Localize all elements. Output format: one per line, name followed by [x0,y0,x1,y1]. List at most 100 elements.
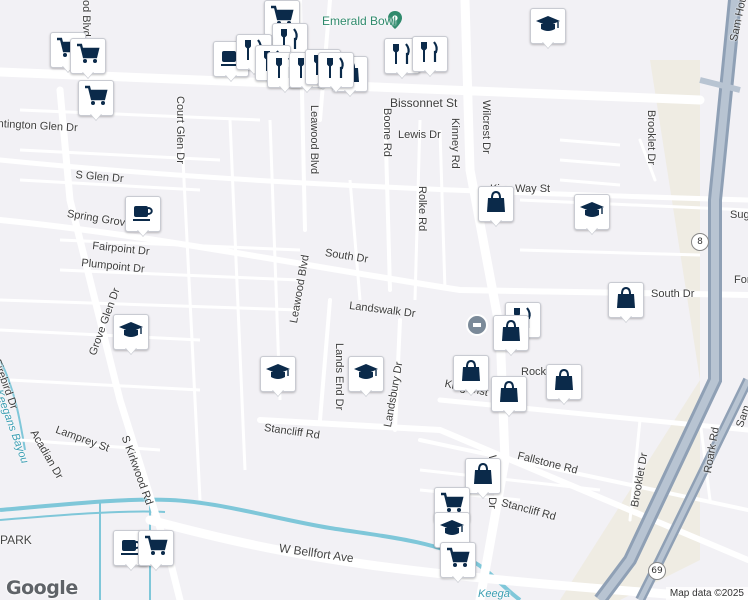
marker-tail [137,229,149,236]
marker-tail [452,575,464,582]
map-marker-store[interactable] [453,355,489,395]
poi-label-emerald-bowl[interactable]: Emerald Bowl [322,14,396,28]
marker-tail [542,41,554,48]
map-marker-store[interactable] [608,282,644,322]
shopping-cart-icon [75,41,101,72]
marker-box[interactable] [440,542,476,578]
marker-tail [125,347,137,354]
marker-tail [586,227,598,234]
marker-tail [396,71,408,78]
marker-box[interactable] [78,80,114,116]
shopping-cart-icon [83,83,109,114]
street-label-south-dr-right: South Dr [651,288,695,300]
street-label-boone: Boone Rd [381,108,393,157]
marker-tail [465,388,477,395]
graduation-cap-icon [439,515,465,546]
marker-box[interactable] [491,376,527,412]
marker-box[interactable] [574,194,610,230]
shopping-bag-icon [496,379,522,410]
marker-box[interactable] [70,38,106,74]
map-canvas[interactable]: Bissonnet St Sam Houston Tollway Wilcres… [0,0,748,600]
marker-tail [424,69,436,76]
graduation-cap-icon [535,11,561,42]
shopping-bag-icon [458,358,484,389]
marker-box[interactable] [465,458,501,494]
street-label-wilcrest-top: Wilcrest Dr [480,100,492,154]
street-label-court-glen: Court Glen Dr [174,96,186,164]
marker-box[interactable] [493,315,529,351]
map-marker-school[interactable] [260,356,296,396]
map-marker-store[interactable] [491,376,527,416]
marker-box[interactable] [530,8,566,44]
street-label-lands-end: Lands End Dr [333,343,345,411]
street-label-for: For [734,274,748,286]
street-label-brooklet-top: Brooklet Dr [645,110,657,166]
marker-box[interactable] [138,530,174,566]
marker-tail [505,348,517,355]
google-logo: Google [6,577,78,599]
map-marker-school[interactable] [530,8,566,48]
marker-tail [360,389,372,396]
street-label-kinney: Kinney Rd [449,118,461,169]
marker-tail [330,85,342,92]
street-label-bissonnet: Bissonnet St [390,96,458,110]
marker-tail [125,563,137,570]
water-label-keega-bottom: Keega [478,588,510,600]
marker-tail [620,315,632,322]
shopping-bag-icon [551,367,577,398]
marker-tail [225,74,237,81]
marker-tail [558,397,570,404]
highway-shield-69: 69 [648,562,666,580]
street-label-lewis: Lewis Dr [398,129,441,141]
map-marker-store[interactable] [478,186,514,226]
shopping-cart-icon [143,533,169,564]
map-marker-school[interactable] [574,194,610,234]
map-marker-school[interactable] [348,356,384,396]
shopping-cart-icon [445,545,471,576]
map-attribution[interactable]: Map data ©2025 [665,587,748,600]
map-marker-grocery[interactable] [138,530,174,570]
marker-box[interactable] [412,36,448,72]
marker-tail [82,71,94,78]
shopping-bag-icon [470,461,496,492]
marker-tail [272,389,284,396]
fork-knife-icon [323,55,349,86]
marker-box[interactable] [546,364,582,400]
shopping-bag-icon [483,189,509,220]
marker-box[interactable] [478,186,514,222]
street-label-leawood-top: Leawood Blvd [308,105,320,175]
graduation-cap-icon [579,197,605,228]
map-marker-cafe[interactable] [125,196,161,236]
graduation-cap-icon [265,359,291,390]
map-marker-store[interactable] [493,315,529,355]
marker-box[interactable] [318,52,354,88]
marker-tail [477,491,489,498]
map-marker-grocery[interactable] [440,542,476,582]
marker-tail [490,219,502,226]
coffee-cup-icon [130,199,156,230]
area-label-park: PARK [0,533,32,547]
marker-box[interactable] [113,314,149,350]
map-marker-grocery[interactable] [70,38,106,78]
marker-box[interactable] [453,355,489,391]
school-small-icon[interactable] [466,314,488,336]
map-marker-restaurant[interactable] [318,52,354,92]
map-marker-grocery[interactable] [78,80,114,120]
marker-box[interactable] [125,196,161,232]
street-label-sug: Sug [730,209,748,221]
marker-tail [503,409,515,416]
marker-box[interactable] [260,356,296,392]
marker-box[interactable] [608,282,644,318]
shopping-bag-icon [498,318,524,349]
map-marker-store[interactable] [465,458,501,498]
shopping-bag-icon [613,285,639,316]
graduation-cap-icon [353,359,379,390]
fork-knife-icon [417,39,443,70]
map-marker-restaurant[interactable] [412,36,448,76]
map-marker-store[interactable] [546,364,582,404]
map-marker-school[interactable] [113,314,149,354]
graduation-cap-icon [118,317,144,348]
street-label-rolke: Rolke Rd [416,186,428,232]
marker-tail [150,563,162,570]
marker-box[interactable] [348,356,384,392]
